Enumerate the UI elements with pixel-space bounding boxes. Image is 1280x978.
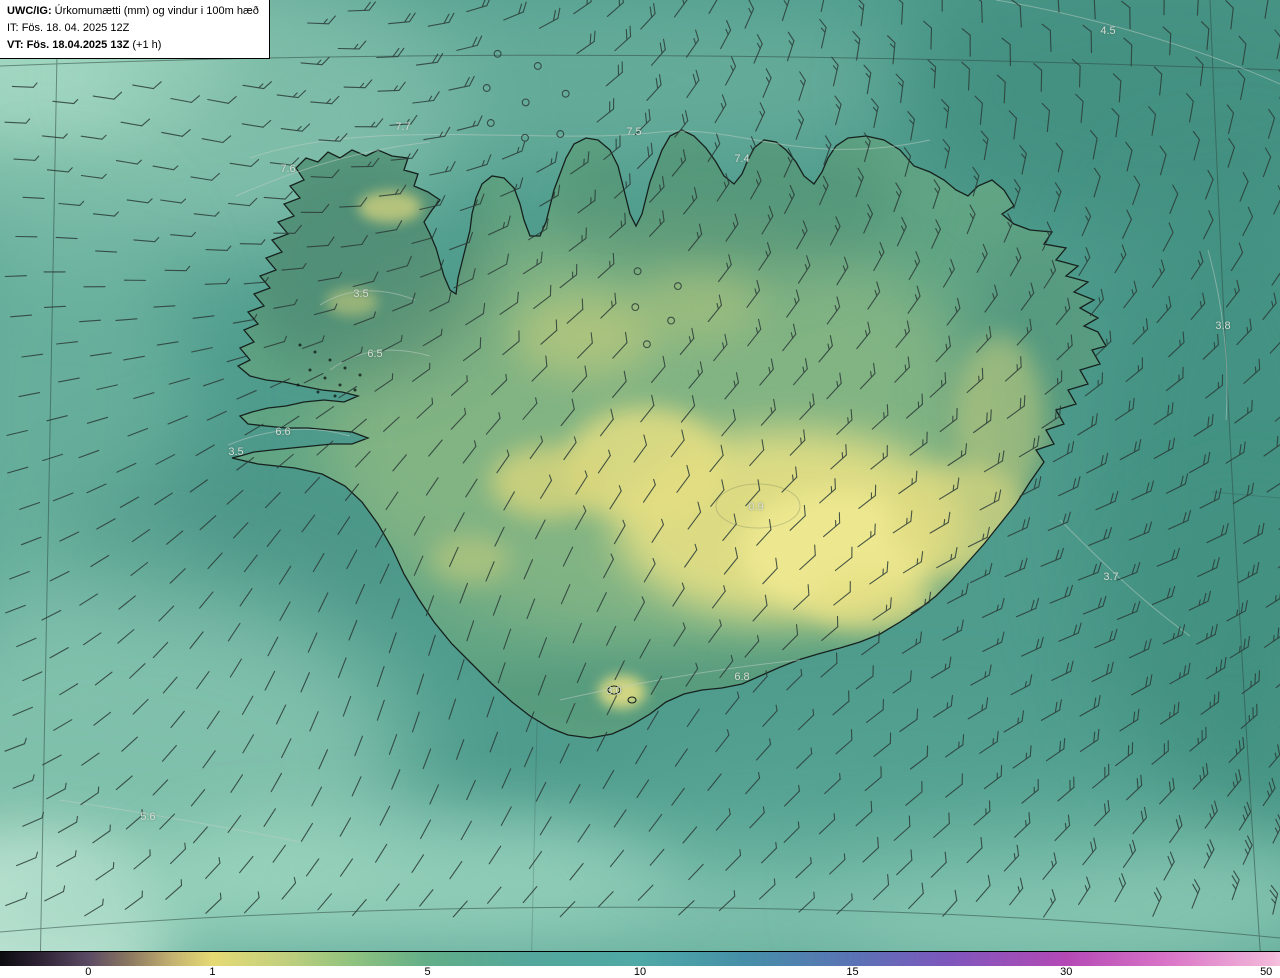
vestmannaeyjar-precip — [598, 675, 646, 709]
map-title-line: UWC/IG: Úrkomumætti (mm) og vindur i 100… — [7, 3, 262, 20]
map-info-box: UWC/IG: Úrkomumætti (mm) og vindur i 100… — [0, 0, 270, 59]
weather-map — [0, 0, 1280, 978]
weather-map-app: 4.5 7.7 7.5 7.4 7.6 3.5 3.8 6.5 6.6 3.5 0.9 3.7 6.8 3… — [0, 0, 1280, 978]
colorbar-tick-label: 0 — [85, 966, 92, 978]
colorbar-labels: 0 1 5 10 15 30 50 — [0, 966, 1280, 978]
init-value: Fös. 18. 04. 2025 12Z — [21, 22, 130, 34]
colorbar-tick-label: 30 — [1060, 966, 1073, 978]
colorbar: 0 1 5 10 15 30 50 — [0, 951, 1280, 978]
valid-label: VT: — [7, 39, 24, 51]
init-label: IT: — [7, 22, 19, 34]
wind-barb — [4, 275, 27, 278]
valid-offset: (+1 h) — [132, 39, 162, 51]
colorbar-tick-label: 50 — [1260, 966, 1273, 978]
colorbar-tick-label: 5 — [424, 966, 431, 978]
valid-time-line: VT: Fös. 18.04.2025 13Z (+1 h) — [7, 37, 262, 54]
init-time-line: IT: Fös. 18. 04. 2025 12Z — [7, 20, 262, 37]
map-title: Úrkomumætti (mm) og vindur i 100m hæð — [54, 5, 259, 17]
colorbar-gradient — [0, 952, 1280, 966]
valid-value: Fös. 18.04.2025 13Z — [26, 39, 130, 51]
colorbar-tick-label: 1 — [209, 966, 216, 978]
colorbar-tick-label: 10 — [633, 966, 647, 978]
model-label: UWC/IG: — [7, 5, 52, 17]
colorbar-tick-label: 15 — [846, 966, 859, 978]
